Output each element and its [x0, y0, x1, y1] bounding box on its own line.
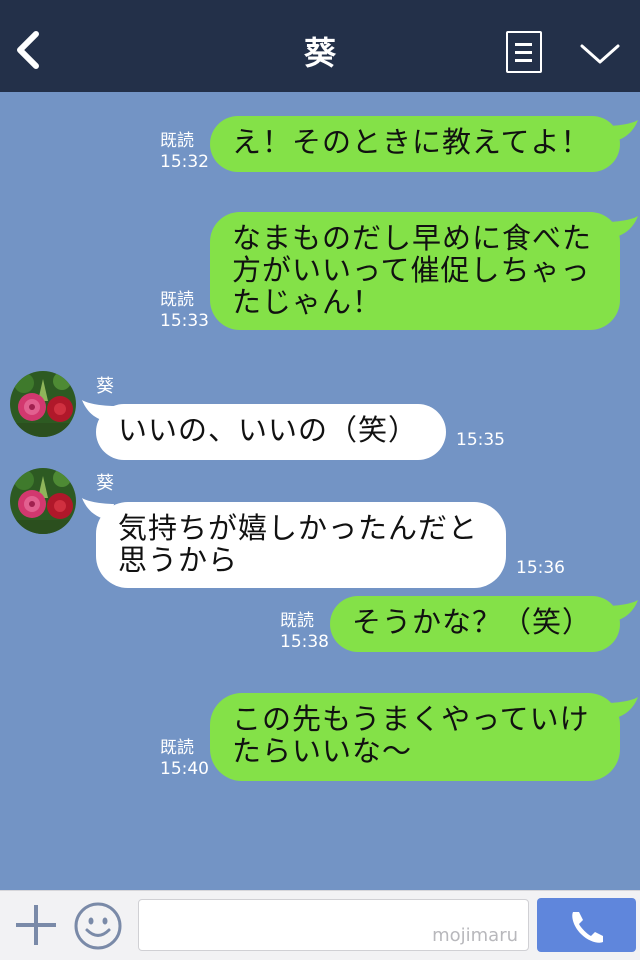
- emoji-button[interactable]: [73, 901, 123, 951]
- message-time: 15:33: [160, 311, 209, 331]
- message-list[interactable]: 既読 15:32 え！そのときに教えてよ！ 既読 15:33 なまものだし早めに…: [0, 92, 640, 890]
- message-time: 15:32: [160, 152, 209, 172]
- read-label: 既読: [280, 611, 314, 631]
- message-bubble-outgoing[interactable]: そうかな？（笑）: [330, 596, 620, 652]
- sender-name: 葵: [96, 473, 114, 494]
- message-text: たらいいな〜: [232, 734, 413, 768]
- message-bubble-outgoing[interactable]: なまものだし早めに食べた 方がいいって催促しちゃっ たじゃん！: [210, 212, 620, 330]
- smiley-icon: [74, 902, 122, 950]
- message-meta: 既読 15:33: [160, 290, 209, 332]
- message-meta: 既読 15:32: [160, 131, 209, 173]
- menu-list-icon-line: [515, 59, 532, 62]
- message-meta: 既読 15:40: [160, 738, 209, 780]
- read-label: 既読: [160, 131, 194, 151]
- message-time: 15:38: [280, 632, 329, 652]
- message-time: 15:35: [456, 430, 505, 450]
- message-bubble-outgoing[interactable]: え！そのときに教えてよ！: [210, 116, 620, 172]
- message-text: 思うから: [118, 543, 239, 577]
- read-label: 既読: [160, 290, 194, 310]
- message-text: いいの、いいの（笑）: [118, 413, 419, 447]
- bubble-tail: [606, 216, 638, 238]
- message-text: なまものだし早めに食べた: [232, 221, 593, 255]
- call-button[interactable]: [537, 898, 636, 952]
- read-label: 既読: [160, 738, 194, 758]
- bubble-tail: [606, 697, 638, 719]
- message-time: 15:36: [516, 558, 565, 578]
- avatar[interactable]: [10, 371, 76, 437]
- message-bubble-outgoing[interactable]: この先もうまくやっていけ たらいいな〜: [210, 693, 620, 781]
- bubble-tail: [606, 120, 638, 142]
- bubble-tail: [606, 600, 638, 622]
- message-meta: 既読 15:38: [280, 611, 329, 653]
- message-bubble-incoming[interactable]: 気持ちが嬉しかったんだと 思うから: [96, 502, 506, 588]
- message-text: そうかな？（笑）: [352, 605, 593, 639]
- watermark-text: mojimaru: [432, 925, 518, 946]
- collapse-button[interactable]: [578, 36, 622, 70]
- plus-icon: [16, 905, 56, 945]
- menu-list-icon-line: [515, 51, 532, 54]
- message-text: この先もうまくやっていけ: [232, 702, 590, 736]
- message-text: 気持ちが嬉しかったんだと: [118, 511, 479, 545]
- message-text: たじゃん！: [232, 285, 383, 319]
- chat-title: 葵: [303, 34, 336, 72]
- sender-name: 葵: [96, 376, 114, 397]
- message-bubble-incoming[interactable]: いいの、いいの（笑）: [96, 404, 446, 460]
- message-time: 15:40: [160, 759, 209, 779]
- menu-button[interactable]: [506, 31, 542, 73]
- chat-header: 葵: [0, 0, 640, 92]
- menu-list-icon: [515, 43, 532, 46]
- input-bar: mojimaru: [0, 890, 640, 960]
- message-input[interactable]: mojimaru: [138, 899, 529, 951]
- message-text: え！そのときに教えてよ！: [232, 125, 591, 159]
- plus-button[interactable]: [14, 903, 58, 947]
- message-text: 方がいいって催促しちゃっ: [232, 253, 591, 287]
- phone-icon: [572, 912, 603, 943]
- avatar[interactable]: [10, 468, 76, 534]
- chevron-down-icon: [580, 44, 620, 64]
